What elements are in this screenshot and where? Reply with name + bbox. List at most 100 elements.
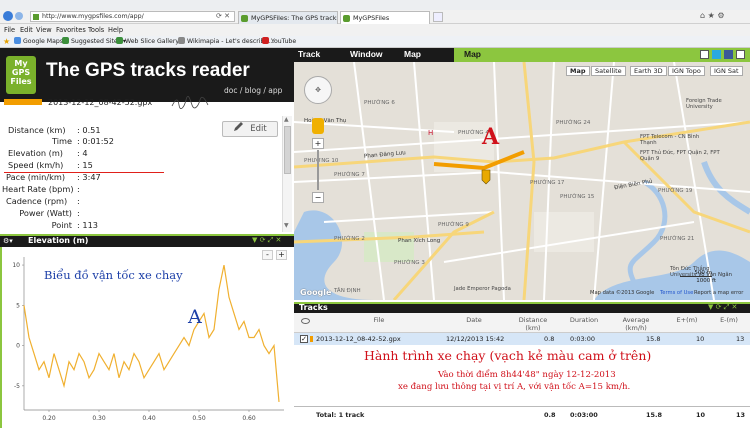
elevation-title: Elevation (m): [28, 236, 89, 245]
col-date[interactable]: Date: [454, 316, 494, 324]
map-scale-metric: 500 m: [680, 270, 712, 277]
home-icon[interactable]: ⌂ ★ ⚙: [700, 11, 725, 20]
url-text: http://www.mygpsfiles.com/app/: [42, 13, 144, 20]
map-scale-imperial: 1000 ft: [696, 278, 716, 284]
col-average[interactable]: Average (km/h): [616, 316, 656, 332]
nav-track[interactable]: Track: [298, 49, 320, 59]
favorite-youtube[interactable]: YouTube: [262, 37, 296, 47]
favorite-web-slice[interactable]: Web Slice Gallery ▾: [116, 37, 184, 47]
chart-marker-a: A: [188, 306, 202, 328]
map-pan-control[interactable]: ✥: [304, 76, 332, 104]
cell-eplus: 10: [696, 335, 705, 343]
edit-label: Edit: [250, 124, 267, 134]
map-type-ign-topo[interactable]: IGN Topo: [668, 66, 705, 76]
col-distance[interactable]: Distance (km): [515, 316, 551, 332]
map-type-earth-3d[interactable]: Earth 3D: [630, 66, 667, 76]
scroll-down-icon[interactable]: ▼: [284, 222, 289, 229]
map-type-satellite[interactable]: Satellite: [591, 66, 626, 76]
scroll-thumb[interactable]: [284, 126, 291, 174]
refresh-icon[interactable]: ⟳ ✕: [216, 12, 230, 20]
app-logo[interactable]: My GPS Files: [6, 56, 36, 94]
map-attribution: Map data ©2013 Google: [590, 290, 655, 296]
map-report-link[interactable]: Report a map error: [694, 290, 743, 296]
track-color-swatch[interactable]: [4, 99, 42, 105]
tab-favicon: [241, 15, 248, 22]
menu-file[interactable]: File: [4, 25, 15, 35]
forward-icon[interactable]: [15, 12, 23, 20]
back-icon[interactable]: [3, 11, 13, 21]
pencil-icon: [233, 122, 244, 132]
browser-tab-1[interactable]: MyGPSFiles: The GPS tracks re...: [238, 11, 338, 24]
map-canvas[interactable]: H: [294, 62, 750, 300]
speed-underline: [4, 172, 164, 173]
cell-eminus: 13: [736, 335, 745, 343]
tracks-panel-controls[interactable]: ▼ ⟳ ⤢ ✕: [708, 303, 737, 312]
zoom-out-button[interactable]: −: [312, 192, 324, 203]
col-eplus[interactable]: E+(m): [672, 316, 702, 324]
map-type-map[interactable]: Map: [566, 66, 590, 76]
map-terms-link[interactable]: Terms of Use: [660, 290, 693, 296]
zoom-slider[interactable]: [317, 150, 319, 190]
favorite-google-maps[interactable]: Google Maps: [14, 37, 63, 47]
cell-date: 12/12/2013 15:42: [446, 335, 505, 343]
google-maps-icon: [14, 37, 21, 44]
total-average: 15.8: [646, 411, 663, 419]
panel-menu-icon[interactable]: ⚙▾: [3, 237, 13, 245]
street-view-pegman-icon[interactable]: [312, 118, 324, 134]
app-title: The GPS tracks reader: [46, 60, 250, 81]
panel-controls[interactable]: ▼ ⟳ ⤢ ✕: [252, 236, 281, 245]
map-label: PHƯỜNG 19: [658, 188, 693, 194]
web-slice-icon: [116, 37, 123, 44]
map-view[interactable]: H PHƯỜNG 7 PHƯỜNG 6 PHƯỜNG 10 PHƯỜNG 9 P…: [294, 62, 750, 300]
stat-cadence-value: :: [77, 196, 80, 206]
menu-edit[interactable]: Edit: [20, 25, 33, 35]
x-tick-label: 0.50: [192, 415, 206, 422]
x-tick-label: 0.20: [42, 415, 56, 422]
y-tick-label: 0: [16, 343, 20, 350]
header-links[interactable]: doc / blog / app: [224, 86, 282, 95]
stat-elevation-value: : 4: [77, 148, 88, 158]
youtube-icon: [262, 37, 269, 44]
col-eminus[interactable]: E-(m): [714, 316, 744, 324]
window-top-strip: [0, 0, 750, 10]
twitter-icon[interactable]: [712, 50, 721, 59]
favorites-star-icon[interactable]: ★: [3, 37, 10, 46]
x-tick-label: 0.60: [242, 415, 256, 422]
map-panel-title: Map: [464, 49, 481, 59]
zoom-in-button[interactable]: +: [312, 138, 324, 149]
nav-window[interactable]: Window: [350, 49, 383, 59]
map-label: PHƯỜNG 24: [556, 120, 591, 126]
col-file[interactable]: File: [354, 316, 404, 324]
file-name: 2013-12-12_08-42-52.gpx: [48, 98, 153, 107]
url-field[interactable]: http://www.mygpsfiles.com/app/: [30, 11, 235, 22]
stat-speed-value: : 15: [77, 160, 93, 170]
browser-tab-2[interactable]: MyGPSFiles: [340, 11, 430, 24]
new-tab-button[interactable]: [433, 12, 443, 22]
facebook-icon[interactable]: [724, 50, 733, 59]
visibility-eye-icon[interactable]: [301, 318, 310, 324]
window-icon[interactable]: [736, 50, 745, 59]
map-type-ign-sat[interactable]: IGN Sat: [710, 66, 743, 76]
nav-map[interactable]: Map: [404, 49, 421, 59]
share-icons[interactable]: [700, 50, 746, 60]
x-tick-label: 0.40: [142, 415, 156, 422]
menu-favorites[interactable]: Favorites: [56, 25, 86, 35]
table-row[interactable]: ✓ 2013-12-12_08-42-52.gpx 12/12/2013 15:…: [294, 333, 750, 345]
zoom-minus-button[interactable]: -: [262, 250, 273, 260]
svg-text:H: H: [428, 129, 433, 137]
col-duration[interactable]: Duration: [564, 316, 604, 324]
total-duration: 0:03:00: [570, 411, 598, 419]
edit-button[interactable]: Edit: [222, 121, 278, 137]
menu-help[interactable]: Help: [108, 25, 123, 35]
stats-scrollbar[interactable]: ▲ ▼: [282, 116, 292, 232]
total-eplus: 10: [696, 411, 706, 419]
menu-tools[interactable]: Tools: [88, 25, 104, 35]
map-road-label: Phan Xích Long: [398, 238, 441, 244]
share-icon[interactable]: [700, 50, 709, 59]
favorite-wikimapia[interactable]: Wikimapia - Let's describe...: [178, 37, 274, 47]
track-visible-checkbox[interactable]: ✓: [300, 335, 308, 343]
scroll-up-icon[interactable]: ▲: [284, 116, 289, 123]
zoom-plus-button[interactable]: +: [276, 250, 287, 260]
menu-view[interactable]: View: [36, 25, 52, 35]
address-bar-row: http://www.mygpsfiles.com/app/ ⟳ ✕ MyGPS…: [0, 10, 750, 24]
